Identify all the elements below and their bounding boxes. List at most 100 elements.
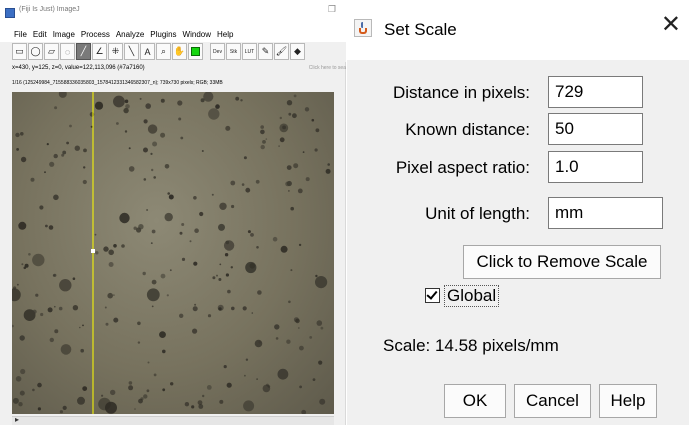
- pore: [151, 305, 154, 308]
- unit-length-label: Unit of length:: [425, 204, 530, 223]
- menu-image[interactable]: Image: [53, 28, 75, 42]
- pore: [219, 263, 222, 266]
- pore: [128, 385, 134, 391]
- hand-tool-icon[interactable]: ✋: [172, 43, 187, 60]
- pore: [194, 303, 197, 306]
- ok-button[interactable]: OK: [444, 384, 506, 418]
- unit-length-input[interactable]: [548, 197, 663, 229]
- pore: [142, 271, 146, 276]
- image-canvas[interactable]: [12, 92, 334, 414]
- pore: [139, 97, 142, 100]
- lut-menu-icon[interactable]: LUT: [242, 43, 257, 60]
- line-tool-icon[interactable]: ╱: [76, 43, 91, 60]
- angle-tool-icon[interactable]: ∠: [92, 43, 107, 60]
- menu-plugins[interactable]: Plugins: [150, 28, 176, 42]
- text-tool-icon[interactable]: A: [140, 43, 155, 60]
- play-icon[interactable]: ▸: [15, 415, 19, 424]
- menu-edit[interactable]: Edit: [33, 28, 47, 42]
- pore: [58, 92, 67, 98]
- pore: [146, 209, 149, 211]
- pore: [278, 145, 280, 147]
- pore: [299, 345, 304, 351]
- pore: [19, 390, 25, 396]
- pore: [146, 389, 150, 393]
- pore: [162, 349, 166, 354]
- pore: [193, 261, 198, 266]
- pore: [226, 382, 232, 388]
- pore: [159, 331, 166, 338]
- flood-fill-tool-icon[interactable]: ◆: [290, 43, 305, 60]
- foreground-color-swatch: [191, 47, 200, 56]
- image-info-line: 1/16 (125249984_715588336035803_15784123…: [12, 80, 223, 86]
- menu-window[interactable]: Window: [183, 28, 211, 42]
- pore: [35, 293, 39, 297]
- pore: [47, 307, 53, 313]
- pore: [62, 150, 67, 155]
- rectangle-tool-icon[interactable]: ▭: [12, 43, 27, 60]
- freehand-tool-icon[interactable]: ◌: [60, 43, 75, 60]
- pore: [151, 168, 154, 172]
- imagej-window: (Fiji Is Just) ImageJ ❐ File Edit Image …: [0, 0, 346, 425]
- pore: [152, 141, 158, 147]
- pore: [119, 212, 130, 224]
- pore: [153, 373, 157, 377]
- minimize-icon[interactable]: ❐: [328, 4, 336, 15]
- pore: [79, 326, 81, 329]
- point-tool-icon[interactable]: ⁜: [108, 43, 123, 60]
- pore: [285, 181, 290, 187]
- pore: [184, 402, 190, 407]
- pore: [305, 177, 310, 182]
- pore: [211, 193, 214, 196]
- brush-tool-icon[interactable]: 🖌: [274, 43, 289, 60]
- pore: [62, 405, 67, 410]
- stacks-menu-icon[interactable]: Stk: [226, 43, 241, 60]
- global-checkbox[interactable]: [425, 288, 440, 303]
- pore: [18, 402, 23, 407]
- close-icon[interactable]: ✕: [661, 13, 681, 37]
- global-label[interactable]: Global: [444, 285, 500, 307]
- pore: [193, 196, 197, 200]
- help-button[interactable]: Help: [599, 384, 657, 418]
- pore: [288, 190, 290, 192]
- pore: [251, 312, 254, 314]
- stack-slider[interactable]: ▸: [12, 415, 334, 425]
- pore: [46, 143, 49, 146]
- menu-process[interactable]: Process: [81, 28, 110, 42]
- pore: [223, 365, 227, 369]
- line-handle[interactable]: [91, 249, 95, 253]
- distance-pixels-input[interactable]: [548, 76, 643, 108]
- cancel-button[interactable]: Cancel: [514, 384, 591, 418]
- pore: [274, 324, 280, 330]
- pore: [136, 227, 142, 233]
- pore: [231, 306, 235, 311]
- developer-menu-icon[interactable]: Dev: [210, 43, 225, 60]
- pore: [199, 211, 204, 217]
- imagej-app-icon: [5, 8, 15, 18]
- pore: [12, 288, 21, 302]
- pore: [327, 163, 331, 166]
- menu-help[interactable]: Help: [217, 28, 233, 42]
- pore: [181, 223, 185, 226]
- pore: [20, 368, 26, 375]
- pencil-tool-icon[interactable]: ✎: [258, 43, 273, 60]
- pore: [124, 99, 129, 104]
- color-picker-icon[interactable]: [188, 43, 203, 60]
- search-hint[interactable]: Click here to sea: [309, 65, 346, 71]
- pore: [290, 269, 293, 272]
- oval-tool-icon[interactable]: ◯: [28, 43, 43, 60]
- known-distance-input[interactable]: [548, 113, 643, 145]
- pore: [272, 236, 278, 242]
- pore: [227, 289, 231, 294]
- pore: [105, 322, 109, 326]
- aspect-ratio-input[interactable]: [548, 151, 643, 183]
- magnifier-tool-icon[interactable]: ⌕: [156, 43, 171, 60]
- remove-scale-button[interactable]: Click to Remove Scale: [463, 245, 661, 279]
- wand-tool-icon[interactable]: ╲: [124, 43, 139, 60]
- pore: [95, 251, 99, 255]
- polygon-tool-icon[interactable]: ▱: [44, 43, 59, 60]
- pore: [137, 321, 141, 326]
- pore: [143, 394, 148, 399]
- imagej-status-bar[interactable]: x=430, y=125, z=0, value=122,113,096 (#7…: [12, 64, 346, 76]
- menu-file[interactable]: File: [14, 28, 27, 42]
- menu-analyze[interactable]: Analyze: [116, 28, 144, 42]
